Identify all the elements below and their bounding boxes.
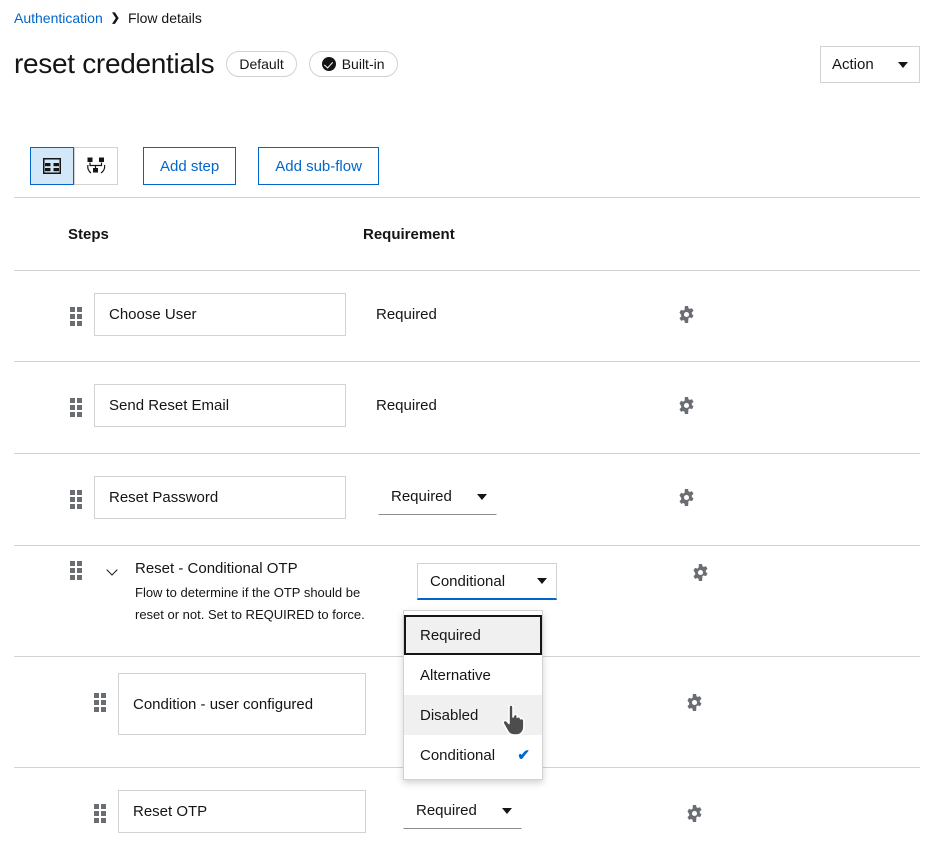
table-row: Choose User Required bbox=[14, 271, 920, 361]
flow-details-page: Authentication ❯ Flow details reset cred… bbox=[0, 0, 933, 858]
action-dropdown-button[interactable]: Action bbox=[820, 46, 920, 83]
requirement-dropdown-menu: Required Alternative Disabled Conditiona… bbox=[403, 610, 543, 780]
menu-item-required[interactable]: Required bbox=[404, 615, 542, 655]
gear-icon bbox=[678, 488, 694, 506]
table-view-toggle[interactable] bbox=[30, 147, 74, 185]
breadcrumb-current-flow-details: Flow details bbox=[127, 10, 202, 26]
badge-label-built-in: Built-in bbox=[341, 56, 385, 72]
view-toggle-group bbox=[30, 147, 118, 185]
settings-gear-icon[interactable] bbox=[676, 395, 696, 415]
breadcrumb-link-authentication[interactable]: Authentication bbox=[14, 10, 103, 26]
check-circle-icon bbox=[321, 57, 336, 71]
drag-handle-icon[interactable] bbox=[70, 398, 82, 417]
add-step-button[interactable]: Add step bbox=[143, 147, 237, 185]
topology-icon bbox=[86, 157, 105, 174]
check-icon: ✔ bbox=[517, 746, 530, 764]
caret-down-icon bbox=[502, 807, 512, 814]
requirement-select-value: Required bbox=[391, 488, 452, 505]
requirement-select-value: Required bbox=[416, 802, 477, 819]
add-sub-flow-button[interactable]: Add sub-flow bbox=[258, 147, 379, 185]
requirement-select[interactable]: Required bbox=[378, 478, 497, 515]
gear-icon bbox=[678, 396, 694, 414]
table-row: Send Reset Email Required bbox=[14, 362, 920, 453]
drag-handle-icon[interactable] bbox=[70, 490, 82, 509]
requirement-select-value: Conditional bbox=[430, 572, 506, 590]
table-header-row: Steps Requirement bbox=[14, 198, 920, 270]
gear-icon bbox=[678, 305, 694, 323]
diagram-view-toggle[interactable] bbox=[74, 147, 118, 185]
caret-down-icon bbox=[898, 61, 908, 68]
drag-handle-icon[interactable] bbox=[94, 804, 106, 823]
menu-item-label: Required bbox=[420, 626, 481, 644]
action-dropdown-label: Action bbox=[832, 56, 874, 73]
column-header-requirement: Requirement bbox=[363, 225, 455, 243]
table-icon bbox=[43, 158, 61, 174]
requirement-value: Required bbox=[376, 306, 437, 323]
drag-handle-icon[interactable] bbox=[70, 307, 82, 326]
settings-gear-icon[interactable] bbox=[676, 487, 696, 507]
settings-gear-icon[interactable] bbox=[676, 304, 696, 324]
gear-icon bbox=[686, 804, 702, 822]
menu-item-alternative[interactable]: Alternative bbox=[404, 655, 542, 695]
settings-gear-icon[interactable] bbox=[684, 803, 704, 823]
breadcrumb-separator-icon: ❯ bbox=[110, 11, 120, 24]
page-header: reset credentials Default Built-in bbox=[14, 46, 398, 82]
page-title: reset credentials bbox=[14, 48, 215, 79]
settings-gear-icon[interactable] bbox=[690, 562, 710, 582]
requirement-select-open[interactable]: Conditional bbox=[417, 563, 557, 600]
menu-item-conditional[interactable]: Conditional ✔ bbox=[404, 735, 542, 775]
table-row: Reset OTP Required bbox=[14, 768, 920, 858]
column-header-steps: Steps bbox=[68, 225, 109, 243]
step-name-field[interactable]: Reset Password bbox=[94, 476, 346, 519]
step-name-field[interactable]: Send Reset Email bbox=[94, 384, 346, 427]
step-text-block: Reset - Conditional OTP Flow to determin… bbox=[135, 559, 385, 626]
step-name-label: Reset - Conditional OTP bbox=[135, 560, 298, 577]
sub-flow-step: Reset - Conditional OTP Flow to determin… bbox=[106, 559, 385, 626]
status-badge-built-in: Built-in bbox=[308, 51, 398, 77]
settings-gear-icon[interactable] bbox=[684, 692, 704, 712]
caret-down-icon bbox=[477, 493, 487, 500]
step-description: Flow to determine if the OTP should be r… bbox=[135, 585, 365, 622]
menu-item-disabled[interactable]: Disabled bbox=[404, 695, 542, 735]
caret-down-icon bbox=[537, 578, 547, 584]
step-name-field[interactable]: Choose User bbox=[94, 293, 346, 336]
menu-item-label: Alternative bbox=[420, 666, 491, 684]
status-badge-default: Default bbox=[226, 51, 297, 77]
gear-icon bbox=[692, 563, 708, 581]
menu-item-label: Disabled bbox=[420, 706, 479, 724]
gear-icon bbox=[686, 693, 702, 711]
chevron-down-icon[interactable] bbox=[106, 563, 120, 577]
drag-handle-icon[interactable] bbox=[70, 561, 82, 580]
breadcrumb: Authentication ❯ Flow details bbox=[14, 10, 202, 26]
step-name-field[interactable]: Reset OTP bbox=[118, 790, 366, 833]
menu-item-label: Conditional bbox=[420, 746, 496, 764]
badge-label-default: Default bbox=[239, 56, 284, 72]
requirement-select[interactable]: Required bbox=[403, 792, 522, 829]
step-name-field[interactable]: Condition - user configured bbox=[118, 673, 366, 735]
flow-toolbar: Add step Add sub-flow bbox=[30, 147, 379, 185]
drag-handle-icon[interactable] bbox=[94, 693, 106, 712]
requirement-value: Required bbox=[376, 397, 437, 414]
table-row: Reset Password Required bbox=[14, 454, 920, 545]
